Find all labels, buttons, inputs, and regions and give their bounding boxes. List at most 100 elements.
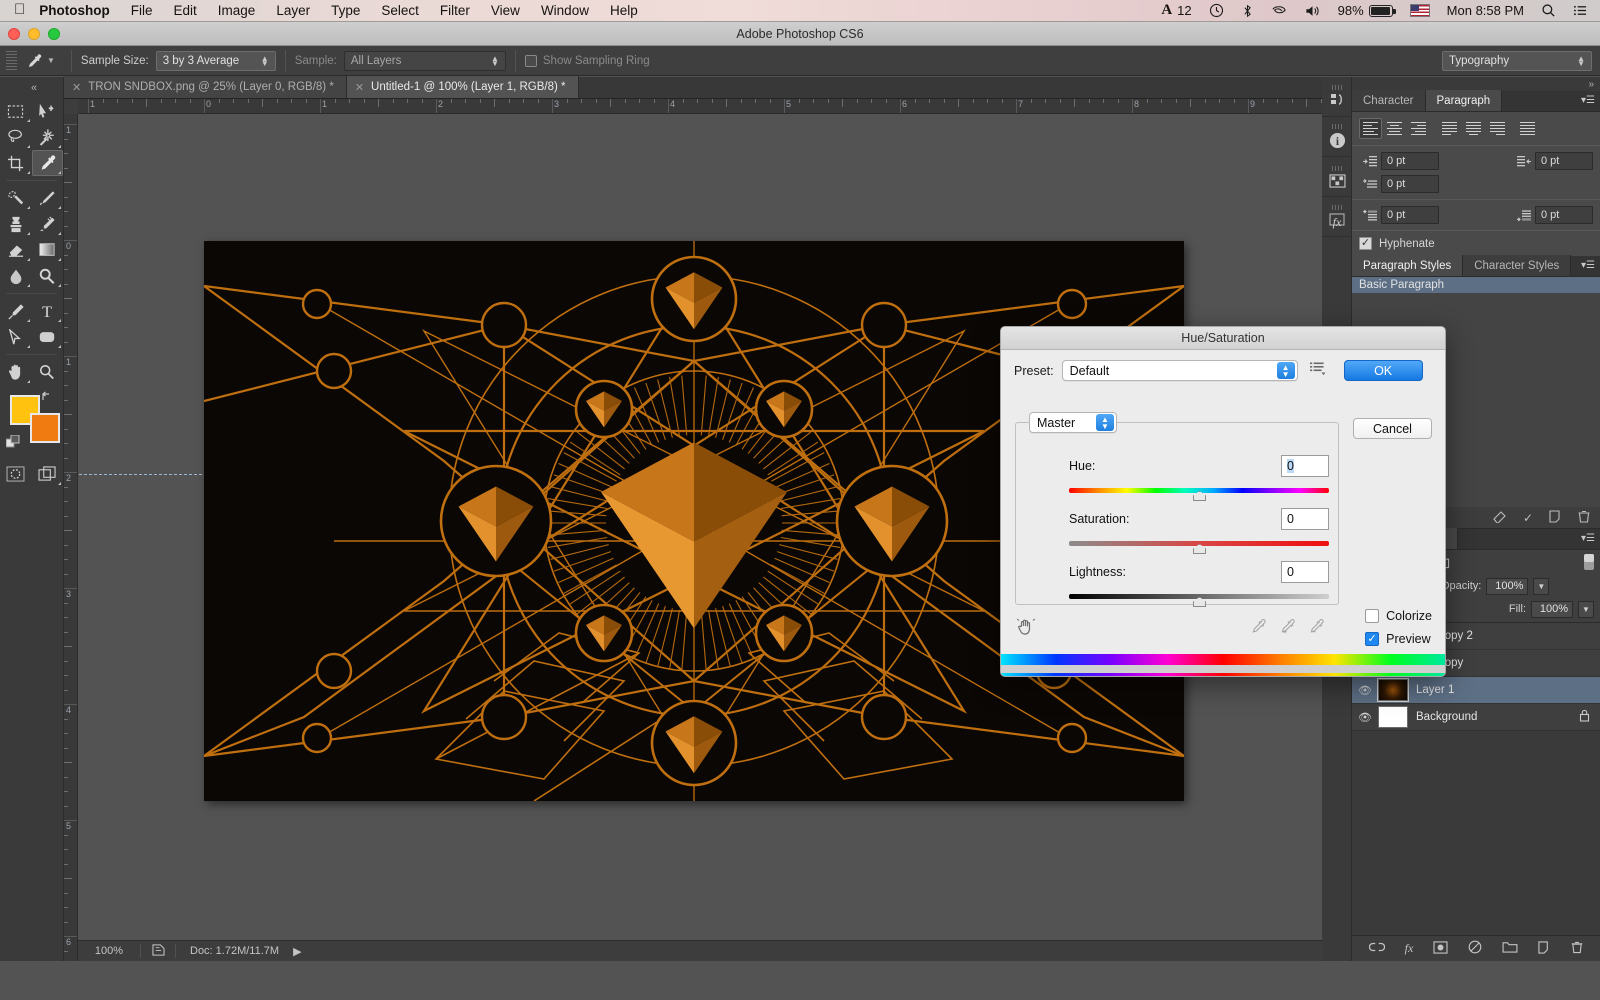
new-style-icon[interactable] [1549,509,1562,526]
filter-toggle-switch[interactable] [1584,553,1594,573]
justify-last-left-button[interactable] [1438,118,1461,139]
hand-adjust-icon[interactable] [1015,615,1037,642]
battery-status[interactable]: 98% [1338,3,1396,18]
ok-button[interactable]: OK [1343,360,1423,381]
justify-last-center-button[interactable] [1462,118,1485,139]
input-language-flag-icon[interactable] [1409,4,1430,17]
lasso-tool[interactable] [0,124,32,150]
tab-character-styles[interactable]: Character Styles [1463,255,1572,276]
new-layer-icon[interactable] [1538,940,1551,957]
adobe-cc-status[interactable]: A 12 [1161,2,1191,19]
path-selection-tool[interactable] [0,324,32,350]
justify-last-right-button[interactable] [1486,118,1509,139]
hue-slider-track[interactable] [1069,488,1329,501]
preset-select[interactable]: Default ▲ ▼ [1061,360,1298,381]
hyphenate-row[interactable]: ✓ Hyphenate [1359,237,1593,250]
screen-mode-icon[interactable] [32,461,64,487]
lightness-value-field[interactable]: 0 [1281,561,1329,583]
zoom-level[interactable]: 100% [78,945,140,957]
preset-options-icon[interactable] [1309,361,1326,381]
mask-icon[interactable] [1433,940,1448,957]
adjustment-icon[interactable] [1468,940,1482,957]
close-icon[interactable]: ✕ [355,81,364,94]
menu-item-select[interactable]: Select [381,3,419,18]
menu-item-layer[interactable]: Layer [276,3,310,18]
list-item[interactable]: Basic Paragraph [1352,277,1600,293]
default-colors-icon[interactable] [5,434,21,455]
panel-menu-icon[interactable]: ▾☰ [1581,95,1595,106]
document-tab-tron[interactable]: ✕ TRON SNDBOX.png @ 25% (Layer 0, RGB/8)… [64,76,347,98]
lightness-slider-track[interactable] [1069,594,1329,607]
sample-size-select[interactable]: 3 by 3 Average ▲ ▼ [155,50,276,71]
menu-item-filter[interactable]: Filter [440,3,470,18]
document-tab-untitled[interactable]: ✕ Untitled-1 @ 100% (Layer 1, RGB/8) * [346,76,579,98]
folder-icon[interactable] [1502,941,1518,956]
lightness-slider-knob[interactable] [1193,597,1206,607]
align-left-button[interactable] [1359,118,1382,139]
panel-menu-icon[interactable]: ▾☰ [1581,260,1595,271]
cancel-button[interactable]: Cancel [1353,418,1432,439]
history-brush-tool[interactable] [32,211,64,237]
swatches-panel-icon[interactable] [1322,157,1352,197]
close-button[interactable] [8,28,20,40]
indent-first-line-field[interactable]: 0 pt [1381,175,1439,193]
notification-center-icon[interactable] [1573,4,1588,17]
swap-colors-icon[interactable] [41,391,55,407]
dodge-tool[interactable] [32,263,64,289]
space-before-paragraph-field[interactable]: 0 pt [1381,206,1439,224]
vertical-ruler[interactable]: 1 0 1 2 3 4 5 6 [64,114,78,961]
hue-slider-knob[interactable] [1193,491,1206,501]
info-panel-icon[interactable]: i [1322,117,1352,157]
volume-icon[interactable] [1304,4,1321,18]
eyedropper-tool[interactable] [31,150,63,176]
pen-tool[interactable] [0,298,32,324]
move-tool[interactable] [32,98,64,124]
collapse-panels-icon[interactable]: « [6,77,62,99]
tab-paragraph-styles[interactable]: Paragraph Styles [1352,255,1464,276]
apple-icon[interactable]:  [14,2,25,17]
layer-visibility-icon[interactable]: 👁 [1352,684,1378,697]
rectangular-marquee-tool[interactable] [0,98,32,124]
clear-override-icon[interactable] [1493,510,1507,526]
background-color-swatch[interactable] [30,413,60,443]
show-sampling-ring-checkbox[interactable] [524,54,537,67]
workspace-switcher[interactable]: Typography ▲ ▼ [1442,50,1592,71]
hue-saturation-dialog[interactable]: Hue/Saturation Preset: Default ▲ ▼ OK Can… [1000,326,1446,677]
fill-dropdown-icon[interactable]: ▼ [1578,600,1594,618]
align-center-button[interactable] [1383,118,1406,139]
fill-field[interactable]: 100% [1531,600,1573,618]
tool-preset-caret-icon[interactable]: ▼ [47,56,55,65]
clone-stamp-tool[interactable] [0,211,32,237]
table-row[interactable]: 👁 Background [1352,704,1600,731]
fx-icon[interactable]: fx [1405,941,1414,956]
indent-right-margin-field[interactable]: 0 pt [1535,152,1593,170]
zoom-window-button[interactable] [48,28,60,40]
rounded-rectangle-tool[interactable] [32,324,64,350]
zoom-tool[interactable] [32,359,64,385]
menu-item-view[interactable]: View [491,3,520,18]
delete-style-icon[interactable] [1578,510,1590,526]
tab-paragraph[interactable]: Paragraph [1425,90,1503,111]
dropbox-icon[interactable] [1271,4,1287,18]
colorize-row[interactable]: Colorize [1365,609,1432,623]
bluetooth-icon[interactable] [1241,4,1254,18]
document-profile-icon[interactable] [141,943,175,959]
channel-select[interactable]: Master ▲ ▼ [1029,412,1117,433]
close-icon[interactable]: ✕ [72,81,81,94]
menu-item-photoshop[interactable]: Photoshop [39,3,110,18]
hyphenate-checkbox[interactable]: ✓ [1359,237,1372,250]
preview-checkbox[interactable]: ✓ [1365,632,1380,646]
eraser-tool[interactable] [0,237,32,263]
minimize-button[interactable] [28,28,40,40]
eyedropper-plus-icon[interactable] [1279,618,1296,640]
healing-brush-tool[interactable] [0,185,32,211]
options-bar-grip[interactable] [6,50,17,71]
link-icon[interactable] [1368,941,1385,956]
justify-all-button[interactable] [1516,118,1539,139]
sample-select[interactable]: All Layers ▲ ▼ [343,50,506,71]
clock[interactable]: Mon 8:58 PM [1447,3,1524,18]
menu-item-edit[interactable]: Edit [174,3,197,18]
hand-tool[interactable] [0,359,32,385]
spotlight-search-icon[interactable] [1541,3,1556,18]
saturation-slider-track[interactable] [1069,541,1329,554]
